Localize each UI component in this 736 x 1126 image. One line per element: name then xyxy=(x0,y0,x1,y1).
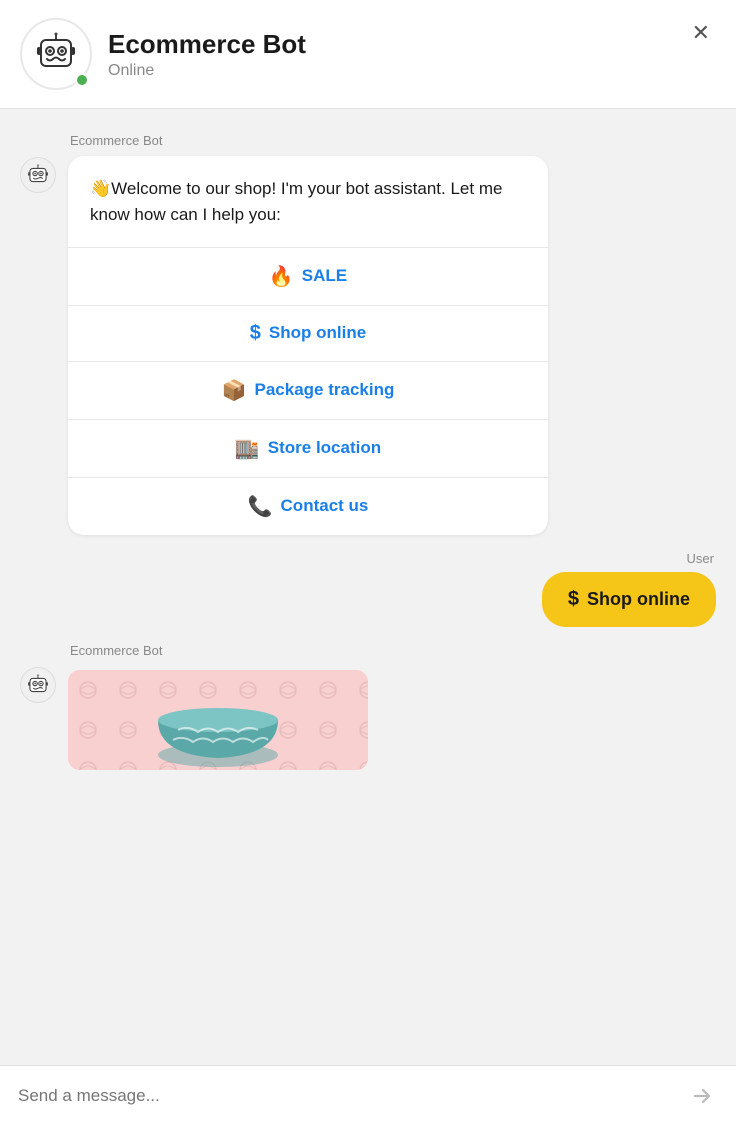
menu-store-label: Store location xyxy=(268,438,381,458)
message-input[interactable] xyxy=(18,1086,674,1106)
menu-item-shop-online[interactable]: $ Shop online xyxy=(68,305,548,361)
store-icon: 🏬 xyxy=(235,436,260,461)
online-indicator xyxy=(75,73,89,87)
chat-header: Ecommerce Bot Online ✕ xyxy=(0,0,736,109)
menu-item-store-location[interactable]: 🏬 Store location xyxy=(68,419,548,477)
menu-sale-label: SALE xyxy=(302,266,347,286)
avatar-container xyxy=(20,18,92,90)
bot-message-col: Ecommerce Bot 👋Welcome to our shop! I'm … xyxy=(68,133,548,535)
package-icon: 📦 xyxy=(222,378,247,403)
chat-input-bar xyxy=(0,1065,736,1126)
bot-avatar-small-2 xyxy=(20,667,56,703)
product-image-preview xyxy=(68,670,368,770)
bot-avatar-small xyxy=(20,157,56,193)
menu-package-label: Package tracking xyxy=(255,380,395,400)
menu-contact-label: Contact us xyxy=(281,496,369,516)
user-sender-label: User xyxy=(687,551,716,566)
menu-item-contact-us[interactable]: 📞 Contact us xyxy=(68,477,548,535)
bot-image-row: Ecommerce Bot xyxy=(20,643,716,770)
menu-item-sale[interactable]: 🔥 SALE xyxy=(68,247,548,305)
bot-status: Online xyxy=(108,62,712,80)
menu-item-package-tracking[interactable]: 📦 Package tracking xyxy=(68,361,548,419)
bot-avatar-icon xyxy=(33,31,79,77)
bot-message-row: Ecommerce Bot 👋Welcome to our shop! I'm … xyxy=(20,133,716,535)
fire-icon: 🔥 xyxy=(269,264,294,289)
close-button[interactable]: ✕ xyxy=(684,14,718,52)
bot-image-col: Ecommerce Bot xyxy=(68,643,368,770)
user-bubble[interactable]: $ Shop online xyxy=(542,572,716,627)
send-icon xyxy=(690,1084,714,1108)
bot-name: Ecommerce Bot xyxy=(108,29,712,60)
phone-icon: 📞 xyxy=(248,494,273,519)
bot-sender-label-2: Ecommerce Bot xyxy=(68,643,368,658)
product-image-svg xyxy=(68,670,368,770)
user-message-text: Shop online xyxy=(587,589,690,610)
bot-card: 👋Welcome to our shop! I'm your bot assis… xyxy=(68,156,548,535)
header-info: Ecommerce Bot Online xyxy=(108,29,712,80)
dollar-icon: $ xyxy=(250,322,261,345)
chat-body: Ecommerce Bot 👋Welcome to our shop! I'm … xyxy=(0,109,736,1126)
user-dollar-icon: $ xyxy=(568,588,579,611)
bot-small-icon-2 xyxy=(27,674,49,696)
send-button[interactable] xyxy=(686,1080,718,1112)
bot-sender-label: Ecommerce Bot xyxy=(68,133,548,148)
welcome-message: 👋Welcome to our shop! I'm your bot assis… xyxy=(68,156,548,247)
menu-shop-online-label: Shop online xyxy=(269,323,366,343)
user-message-row: User $ Shop online xyxy=(20,551,716,627)
bot-small-icon xyxy=(27,164,49,186)
chat-widget: Ecommerce Bot Online ✕ xyxy=(0,0,736,1126)
